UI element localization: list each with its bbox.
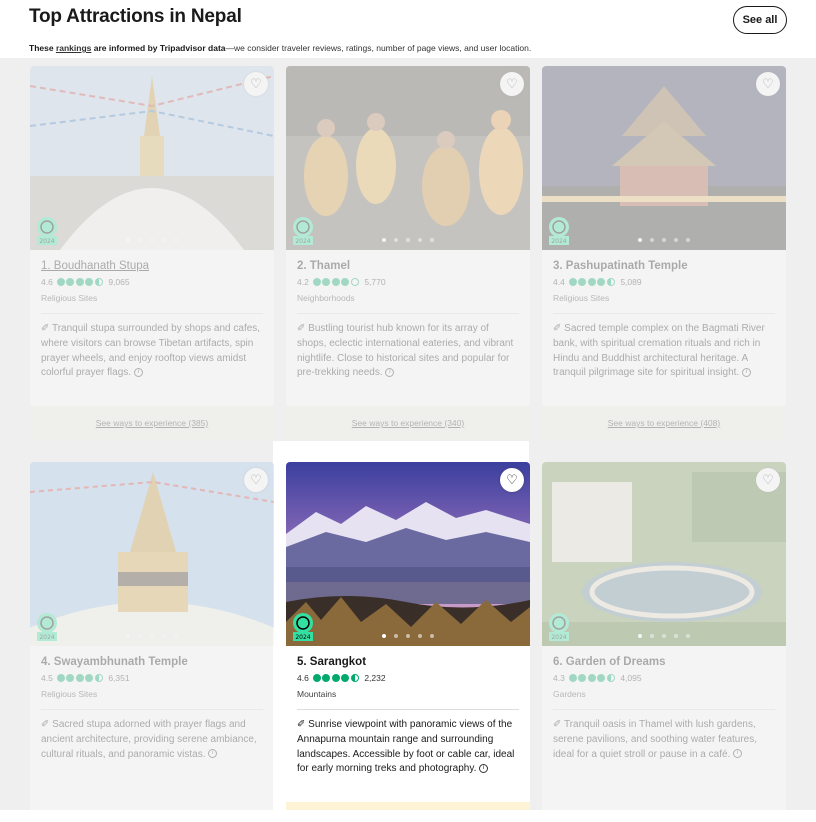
attractions-grid: ♡ 2024 1. Boudhanath Stupa 4.6 9,065 Rel… bbox=[0, 58, 816, 822]
disclaimer-suffix: —we consider traveler reviews, ratings, … bbox=[225, 43, 532, 53]
attraction-card[interactable]: ♡ 2024 2. Thamel 4.2 5,770 Neighborhoods… bbox=[286, 66, 530, 440]
attraction-name[interactable]: 4. Swayambhunath Temple bbox=[41, 656, 263, 668]
info-icon[interactable]: i bbox=[208, 749, 218, 759]
rating-value: 4.4 bbox=[553, 277, 565, 287]
attraction-card[interactable]: ♡ 2024 4. Swayambhunath Temple 4.5 6,351… bbox=[30, 462, 274, 822]
attraction-category: Religious Sites bbox=[41, 293, 98, 303]
attraction-photo[interactable]: ♡ 2024 bbox=[542, 462, 786, 646]
attraction-name[interactable]: 5. Sarangkot bbox=[297, 656, 519, 668]
heart-icon[interactable]: ♡ bbox=[244, 72, 268, 96]
rating-row: 4.4 5,089 bbox=[553, 277, 775, 287]
carousel-dots[interactable] bbox=[542, 238, 786, 242]
attraction-card[interactable]: ♡ 2024 3. Pashupatinath Temple 4.4 5,089… bbox=[542, 66, 786, 440]
info-icon[interactable]: i bbox=[733, 749, 743, 759]
attraction-photo[interactable]: ♡ 2024 bbox=[286, 66, 530, 250]
carousel-dots[interactable] bbox=[286, 238, 530, 242]
section-header: Top Attractions in Nepal See all These r… bbox=[0, 0, 816, 58]
attraction-description: ✐ Tranquil oasis in Thamel with lush gar… bbox=[553, 719, 758, 760]
disclaimer-middle: are informed by Tripadvisor data bbox=[91, 43, 226, 53]
heart-icon[interactable]: ♡ bbox=[500, 72, 524, 96]
attraction-photo[interactable]: ♡ 2024 bbox=[30, 66, 274, 250]
rating-bubbles-icon bbox=[568, 674, 617, 682]
attraction-description: ✐ Sacred stupa adorned with prayer flags… bbox=[41, 719, 257, 760]
info-icon[interactable]: i bbox=[479, 764, 489, 774]
rating-bubbles-icon bbox=[568, 278, 617, 286]
rating-value: 4.6 bbox=[297, 673, 309, 683]
heart-icon[interactable]: ♡ bbox=[756, 72, 780, 96]
carousel-dots[interactable] bbox=[30, 634, 274, 638]
see-ways-link[interactable]: See ways to experience (340) bbox=[286, 406, 530, 440]
carousel-dots[interactable] bbox=[286, 634, 530, 638]
rating-bubbles-icon bbox=[56, 674, 105, 682]
rating-bubbles-icon bbox=[312, 278, 361, 286]
rating-bubbles-icon bbox=[56, 278, 105, 286]
section-title: Top Attractions in Nepal bbox=[29, 6, 242, 27]
rating-value: 4.3 bbox=[553, 673, 565, 683]
info-icon[interactable]: i bbox=[741, 368, 751, 378]
review-count[interactable]: 2,232 bbox=[364, 673, 385, 683]
attraction-photo[interactable]: ♡ 2024 bbox=[286, 462, 530, 646]
attraction-category: Religious Sites bbox=[41, 689, 98, 699]
review-count[interactable]: 5,770 bbox=[364, 277, 385, 287]
attraction-name[interactable]: 3. Pashupatinath Temple bbox=[553, 260, 775, 272]
rating-row: 4.6 2,232 bbox=[297, 673, 519, 683]
card-footer-strip bbox=[286, 802, 530, 810]
attraction-name[interactable]: 2. Thamel bbox=[297, 260, 519, 272]
carousel-dots[interactable] bbox=[30, 238, 274, 242]
attraction-category: Religious Sites bbox=[553, 293, 610, 303]
rating-row: 4.5 6,351 bbox=[41, 673, 263, 683]
attraction-photo[interactable]: ♡ 2024 bbox=[30, 462, 274, 646]
rating-row: 4.6 9,065 bbox=[41, 277, 263, 287]
attraction-card[interactable]: ♡ 2024 1. Boudhanath Stupa 4.6 9,065 Rel… bbox=[30, 66, 274, 440]
review-count[interactable]: 4,095 bbox=[620, 673, 641, 683]
info-icon[interactable]: i bbox=[385, 368, 395, 378]
rating-value: 4.5 bbox=[41, 673, 53, 683]
attraction-name[interactable]: 6. Garden of Dreams bbox=[553, 656, 775, 668]
rankings-disclaimer: These rankings are informed by Tripadvis… bbox=[29, 43, 531, 53]
rating-value: 4.6 bbox=[41, 277, 53, 287]
attraction-description: ✐ Bustling tourist hub known for its arr… bbox=[297, 323, 514, 379]
info-icon[interactable]: i bbox=[133, 368, 143, 378]
see-all-button[interactable]: See all bbox=[733, 6, 787, 34]
attraction-name[interactable]: 1. Boudhanath Stupa bbox=[41, 260, 263, 272]
review-count[interactable]: 5,089 bbox=[620, 277, 641, 287]
disclaimer-prefix: These bbox=[29, 43, 56, 53]
heart-icon[interactable]: ♡ bbox=[244, 468, 268, 492]
see-ways-link[interactable]: See ways to experience (408) bbox=[542, 406, 786, 440]
carousel-dots[interactable] bbox=[542, 634, 786, 638]
rating-bubbles-icon bbox=[312, 674, 361, 682]
see-ways-link[interactable]: See ways to experience (385) bbox=[30, 406, 274, 440]
rating-value: 4.2 bbox=[297, 277, 309, 287]
attraction-category: Mountains bbox=[297, 689, 337, 699]
rating-row: 4.3 4,095 bbox=[553, 673, 775, 683]
attraction-description: ✐ Sacred temple complex on the Bagmati R… bbox=[553, 323, 765, 379]
review-count[interactable]: 6,351 bbox=[108, 673, 129, 683]
rating-row: 4.2 5,770 bbox=[297, 277, 519, 287]
heart-icon[interactable]: ♡ bbox=[756, 468, 780, 492]
attraction-photo[interactable]: ♡ 2024 bbox=[542, 66, 786, 250]
review-count[interactable]: 9,065 bbox=[108, 277, 129, 287]
attraction-category: Neighborhoods bbox=[297, 293, 355, 303]
attraction-category: Gardens bbox=[553, 689, 586, 699]
attraction-card[interactable]: ♡ 2024 6. Garden of Dreams 4.3 4,095 Gar… bbox=[542, 462, 786, 822]
rankings-link[interactable]: rankings bbox=[56, 43, 91, 53]
attraction-description: ✐ Tranquil stupa surrounded by shops and… bbox=[41, 323, 261, 379]
heart-icon[interactable]: ♡ bbox=[500, 468, 524, 492]
attraction-description: ✐ Sunrise viewpoint with panoramic views… bbox=[297, 719, 515, 775]
attraction-card[interactable]: ♡ 2024 5. Sarangkot 4.6 2,232 Mountains … bbox=[286, 462, 530, 806]
